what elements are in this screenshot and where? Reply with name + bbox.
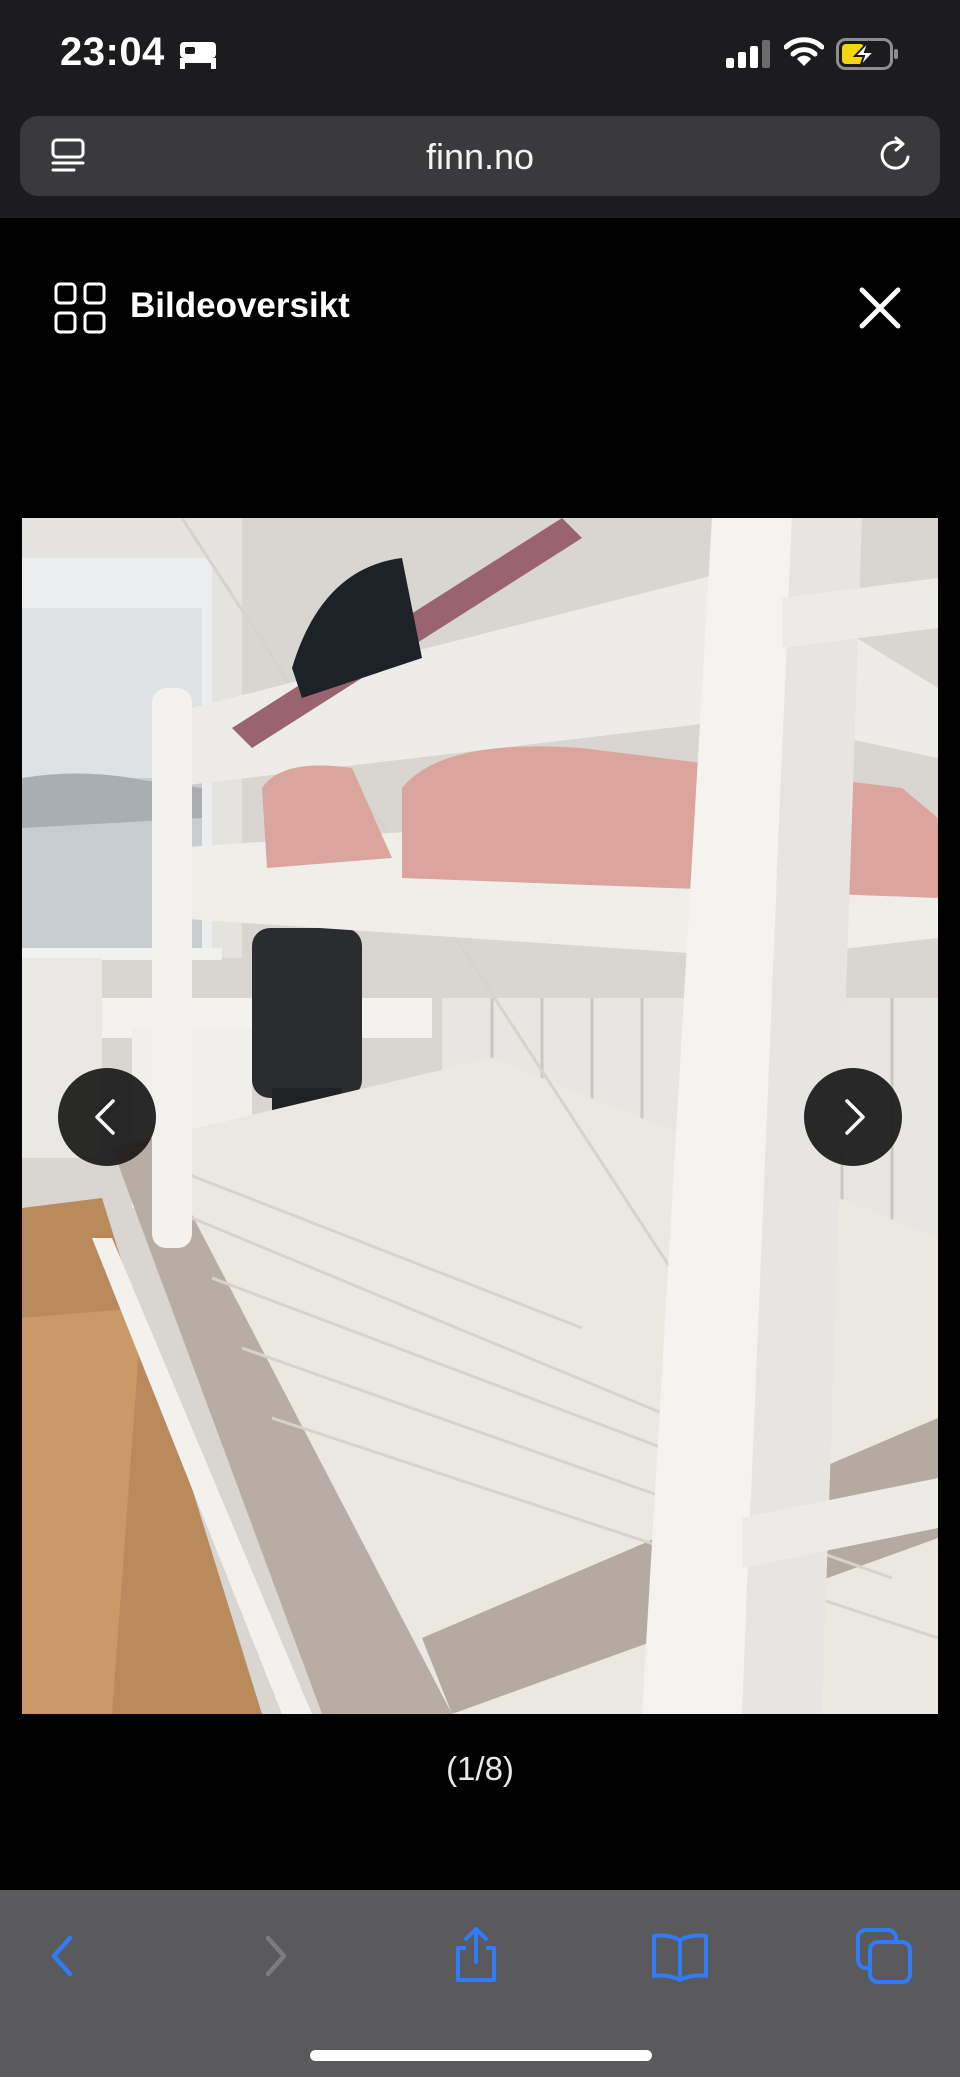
image-overview-link[interactable]: Bildeoversikt bbox=[130, 286, 350, 326]
battery-charging-icon bbox=[836, 38, 898, 70]
chevron-right-icon bbox=[845, 1099, 865, 1135]
chevron-left-icon bbox=[95, 1099, 115, 1135]
browser-chrome: finn.no bbox=[0, 112, 960, 218]
status-time: 23:04 bbox=[60, 30, 165, 74]
image-counter: (1/8) bbox=[446, 1750, 514, 1787]
back-icon[interactable] bbox=[34, 1926, 94, 1986]
home-indicator[interactable] bbox=[310, 2050, 652, 2061]
next-image-button[interactable] bbox=[804, 1068, 902, 1166]
share-icon[interactable] bbox=[446, 1926, 506, 1986]
bunk-bed-photo bbox=[22, 518, 938, 1714]
close-icon[interactable] bbox=[852, 280, 908, 336]
bed-icon bbox=[180, 42, 216, 69]
bookmarks-icon[interactable] bbox=[650, 1926, 710, 1986]
address-bar[interactable]: finn.no bbox=[20, 116, 940, 196]
url-text[interactable]: finn.no bbox=[20, 136, 940, 178]
grid-icon[interactable] bbox=[54, 282, 106, 334]
cellular-signal-icon bbox=[726, 40, 770, 68]
listing-photo[interactable] bbox=[22, 518, 938, 1714]
forward-icon[interactable] bbox=[244, 1926, 304, 1986]
gallery-header: Bildeoversikt bbox=[0, 218, 960, 398]
tabs-icon[interactable] bbox=[854, 1926, 914, 1986]
wifi-icon bbox=[784, 37, 824, 66]
browser-toolbar bbox=[0, 1890, 960, 2077]
status-bar: 23:04 bbox=[0, 0, 960, 112]
reload-icon[interactable] bbox=[874, 134, 916, 176]
previous-image-button[interactable] bbox=[58, 1068, 156, 1166]
